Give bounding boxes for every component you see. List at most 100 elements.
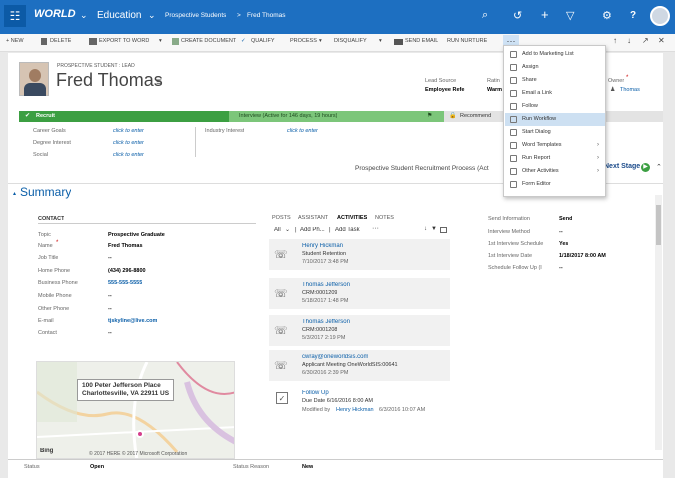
app-grid-icon[interactable]: ☷: [4, 5, 26, 27]
qualify-button[interactable]: QUALIFY: [251, 38, 275, 44]
checkmark-icon: ✔: [25, 113, 31, 119]
view-icon[interactable]: [440, 227, 447, 233]
next-stage-button[interactable]: Next Stage: [604, 163, 640, 170]
activity-owner-link[interactable]: Thomas Jefferson: [302, 319, 350, 325]
activity-item[interactable]: ✓ Follow Up Due Date 6/16/2016 8:00 AM M…: [269, 386, 450, 419]
disqualify-button[interactable]: DISQUALIFY: [334, 38, 367, 44]
dropdown-arrow-icon[interactable]: ▾: [379, 38, 382, 44]
menu-item-add-to-marketing-list[interactable]: Add to Marketing List: [505, 48, 605, 61]
breadcrumb-record[interactable]: Fred Thomas: [247, 12, 286, 19]
close-icon[interactable]: ✕: [658, 36, 665, 45]
menu-item-email-a-link[interactable]: Email a Link: [505, 87, 605, 100]
menu-item-share[interactable]: Share: [505, 74, 605, 87]
industry-interest-field[interactable]: click to enter: [287, 128, 318, 134]
advanced-find-icon[interactable]: ▽: [566, 9, 574, 22]
activity-subject-link[interactable]: Follow Up: [302, 390, 329, 396]
tab-posts[interactable]: POSTS: [272, 215, 291, 221]
app-logo[interactable]: WORLD: [34, 8, 76, 20]
area-menu[interactable]: Education: [97, 10, 141, 21]
next-record-icon[interactable]: ↓: [627, 36, 631, 45]
field-label: Send Information: [488, 216, 530, 222]
activity-owner-link[interactable]: cwray@oneworldsis.com: [302, 354, 368, 360]
add-phone-call-button[interactable]: Add Ph...: [300, 227, 325, 233]
activity-item[interactable]: ☏ Thomas Jefferson CRM:0001209 5/18/2017…: [269, 278, 450, 309]
breadcrumb-entity[interactable]: Prospective Students: [165, 12, 226, 19]
send-email-button[interactable]: SEND EMAIL: [405, 38, 438, 44]
name-value[interactable]: Fred Thomas: [108, 243, 143, 249]
settings-gear-icon[interactable]: ⚙: [602, 9, 612, 22]
social-field[interactable]: click to enter: [113, 152, 144, 158]
chevron-down-icon[interactable]: ⌄: [80, 10, 88, 21]
more-activity-options[interactable]: ···: [372, 225, 379, 232]
add-task-button[interactable]: Add Task: [335, 227, 360, 233]
degree-interest-field[interactable]: click to enter: [113, 140, 144, 146]
bpf-stage-interview[interactable]: Interview (Active for 146 days, 19 hours…: [229, 111, 444, 122]
tab-notes[interactable]: NOTES: [375, 215, 394, 221]
activity-item[interactable]: ☏ Thomas Jefferson CRM:0001208 5/3/2017 …: [269, 315, 450, 346]
dropdown-arrow-icon[interactable]: ▾: [319, 38, 322, 44]
person-icon: ♟: [610, 87, 616, 93]
first-interview-scheduled-value[interactable]: Yes: [559, 241, 568, 247]
popout-icon[interactable]: ↗: [642, 36, 649, 45]
next-stage-arrow-icon[interactable]: ▶: [641, 163, 650, 172]
other-phone-value[interactable]: --: [108, 306, 112, 312]
create-document-button[interactable]: CREATE DOCUMENT: [181, 38, 236, 44]
process-name: Prospective Student Recruitment Process …: [355, 165, 489, 172]
chevron-down-icon[interactable]: ⌄: [148, 10, 156, 21]
modified-by-link[interactable]: Henry Hickman: [336, 407, 374, 413]
schedule-follow-up-value[interactable]: --: [559, 265, 563, 271]
mobile-phone-value[interactable]: --: [108, 293, 112, 299]
bpf-stage-recommend[interactable]: 🔒 Recommend: [444, 111, 504, 122]
activity-item[interactable]: ☏ Henry Hickman Student Retention 7/10/2…: [269, 239, 450, 270]
email-value[interactable]: tjskyline@live.com: [108, 318, 157, 324]
chevron-down-icon[interactable]: ⌄: [285, 226, 290, 233]
menu-item-run-workflow[interactable]: Run Workflow: [505, 113, 605, 126]
bpf-stage-recommend-label: Recommend: [460, 113, 492, 119]
send-information-value[interactable]: Send: [559, 216, 572, 222]
user-avatar[interactable]: [650, 6, 670, 26]
menu-item-assign[interactable]: Assign: [505, 61, 605, 74]
sort-icon[interactable]: ↓: [424, 226, 427, 232]
section-collapse-icon[interactable]: ▴: [13, 190, 16, 197]
help-icon[interactable]: ?: [630, 10, 636, 21]
tab-activities[interactable]: ACTIVITIES: [337, 215, 367, 221]
quick-create-icon[interactable]: +: [541, 7, 549, 22]
scrollbar[interactable]: [655, 195, 662, 450]
home-phone-value[interactable]: (434) 296-8800: [108, 268, 146, 274]
previous-record-icon[interactable]: ↑: [613, 36, 617, 45]
bpf-stage-remaining[interactable]: [606, 111, 663, 122]
delete-button[interactable]: DELETE: [50, 38, 71, 44]
address-map[interactable]: 100 Peter Jefferson Place Charlottesvill…: [36, 361, 235, 459]
menu-item-label: Word Templates: [522, 142, 562, 148]
menu-item-word-templates[interactable]: Word Templates ›: [505, 139, 605, 152]
collapse-icon[interactable]: ⌃: [656, 163, 662, 171]
bpf-stage-recruit[interactable]: ✔ Recruit: [19, 111, 229, 122]
contact-value[interactable]: --: [108, 330, 112, 336]
career-goals-field[interactable]: click to enter: [113, 128, 144, 134]
menu-item-run-report[interactable]: Run Report ›: [505, 152, 605, 165]
activity-filter-dropdown[interactable]: All: [274, 227, 281, 233]
search-icon[interactable]: ⌕: [482, 9, 488, 22]
first-interview-date-value[interactable]: 1/18/2017 8:00 AM: [559, 253, 606, 259]
new-button[interactable]: + NEW: [6, 38, 24, 44]
activity-item[interactable]: ☏ cwray@oneworldsis.com Applicant Meetin…: [269, 350, 450, 381]
export-to-word-button[interactable]: EXPORT TO WORD: [99, 38, 149, 44]
interview-method-value[interactable]: --: [559, 229, 563, 235]
job-title-value[interactable]: --: [108, 255, 112, 261]
run-nurture-button[interactable]: RUN NURTURE: [447, 38, 487, 44]
activity-owner-link[interactable]: Thomas Jefferson: [302, 282, 350, 288]
topic-value[interactable]: Prospective Graduate: [108, 232, 165, 238]
menu-item-form-editor[interactable]: Form Editor: [505, 178, 605, 191]
activity-owner-link[interactable]: Henry Hickman: [302, 243, 343, 249]
menu-item-follow[interactable]: Follow: [505, 100, 605, 113]
form-selector-icon[interactable]: ≡: [156, 77, 162, 88]
dropdown-arrow-icon[interactable]: ▾: [159, 38, 162, 44]
business-phone-value[interactable]: 555-555-5555: [108, 280, 142, 286]
filter-icon[interactable]: ▼: [431, 226, 437, 232]
process-button[interactable]: PROCESS: [290, 38, 317, 44]
recent-history-icon[interactable]: ↺: [513, 9, 522, 22]
menu-item-other-activities[interactable]: Other Activities ›: [505, 165, 605, 178]
menu-item-start-dialog[interactable]: Start Dialog: [505, 126, 605, 139]
owner-value[interactable]: Thomas: [620, 87, 640, 93]
tab-assistant[interactable]: ASSISTANT: [298, 215, 328, 221]
